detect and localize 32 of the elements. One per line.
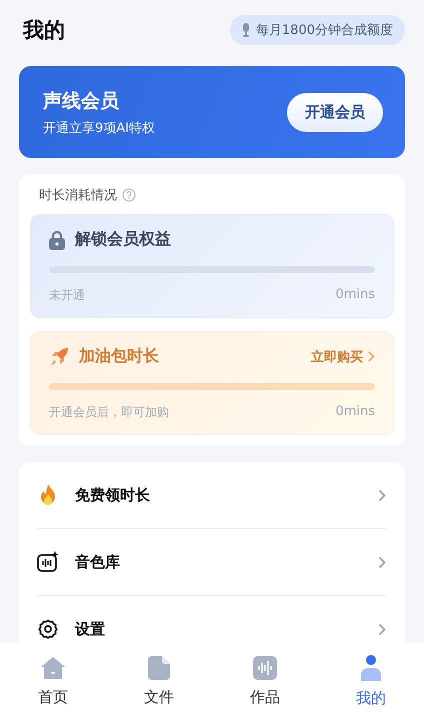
banner-title: 声线会员: [43, 88, 120, 114]
tab-bar-item[interactable]: 首页: [0, 643, 106, 720]
chevron-right-icon: [378, 556, 386, 568]
page-title: 我的: [23, 17, 65, 44]
voice-library-icon: [37, 551, 59, 573]
microphone-icon: [242, 23, 250, 37]
file-icon: [148, 656, 170, 680]
card-title: 解锁会员权益: [75, 229, 171, 250]
settings-icon: [37, 619, 59, 639]
home-icon: [40, 656, 66, 680]
card-title: 加油包时长: [79, 346, 159, 367]
status-text: 未开通: [49, 287, 85, 304]
menu-item[interactable]: 免费领时长: [37, 462, 386, 529]
menu-item[interactable]: 音色库: [37, 529, 386, 596]
tab-bar-item[interactable]: 作品: [212, 643, 318, 720]
tab-bar-item[interactable]: 文件: [106, 643, 212, 720]
audio-wave-icon: [253, 656, 277, 680]
tab-bar-item[interactable]: 我的: [318, 643, 424, 720]
remaining-minutes: 0mins: [335, 287, 375, 304]
chevron-right-icon: [378, 488, 386, 502]
status-text: 开通会员后，即可加购: [49, 404, 169, 421]
person-icon: [359, 655, 383, 681]
rocket-icon: [49, 346, 69, 366]
lock-icon: [49, 230, 65, 250]
remaining-minutes: 0mins: [335, 404, 375, 421]
quota-badge[interactable]: 每月1800分钟合成额度: [230, 15, 405, 45]
help-icon[interactable]: [122, 188, 136, 202]
banner-subtitle: 开通立享9项AI特权: [43, 120, 155, 136]
chevron-right-icon: [378, 622, 386, 636]
usage-title: 时长消耗情况: [39, 187, 117, 204]
open-membership-button[interactable]: 开通会员: [287, 92, 383, 132]
chevron-right-icon: [368, 351, 375, 362]
